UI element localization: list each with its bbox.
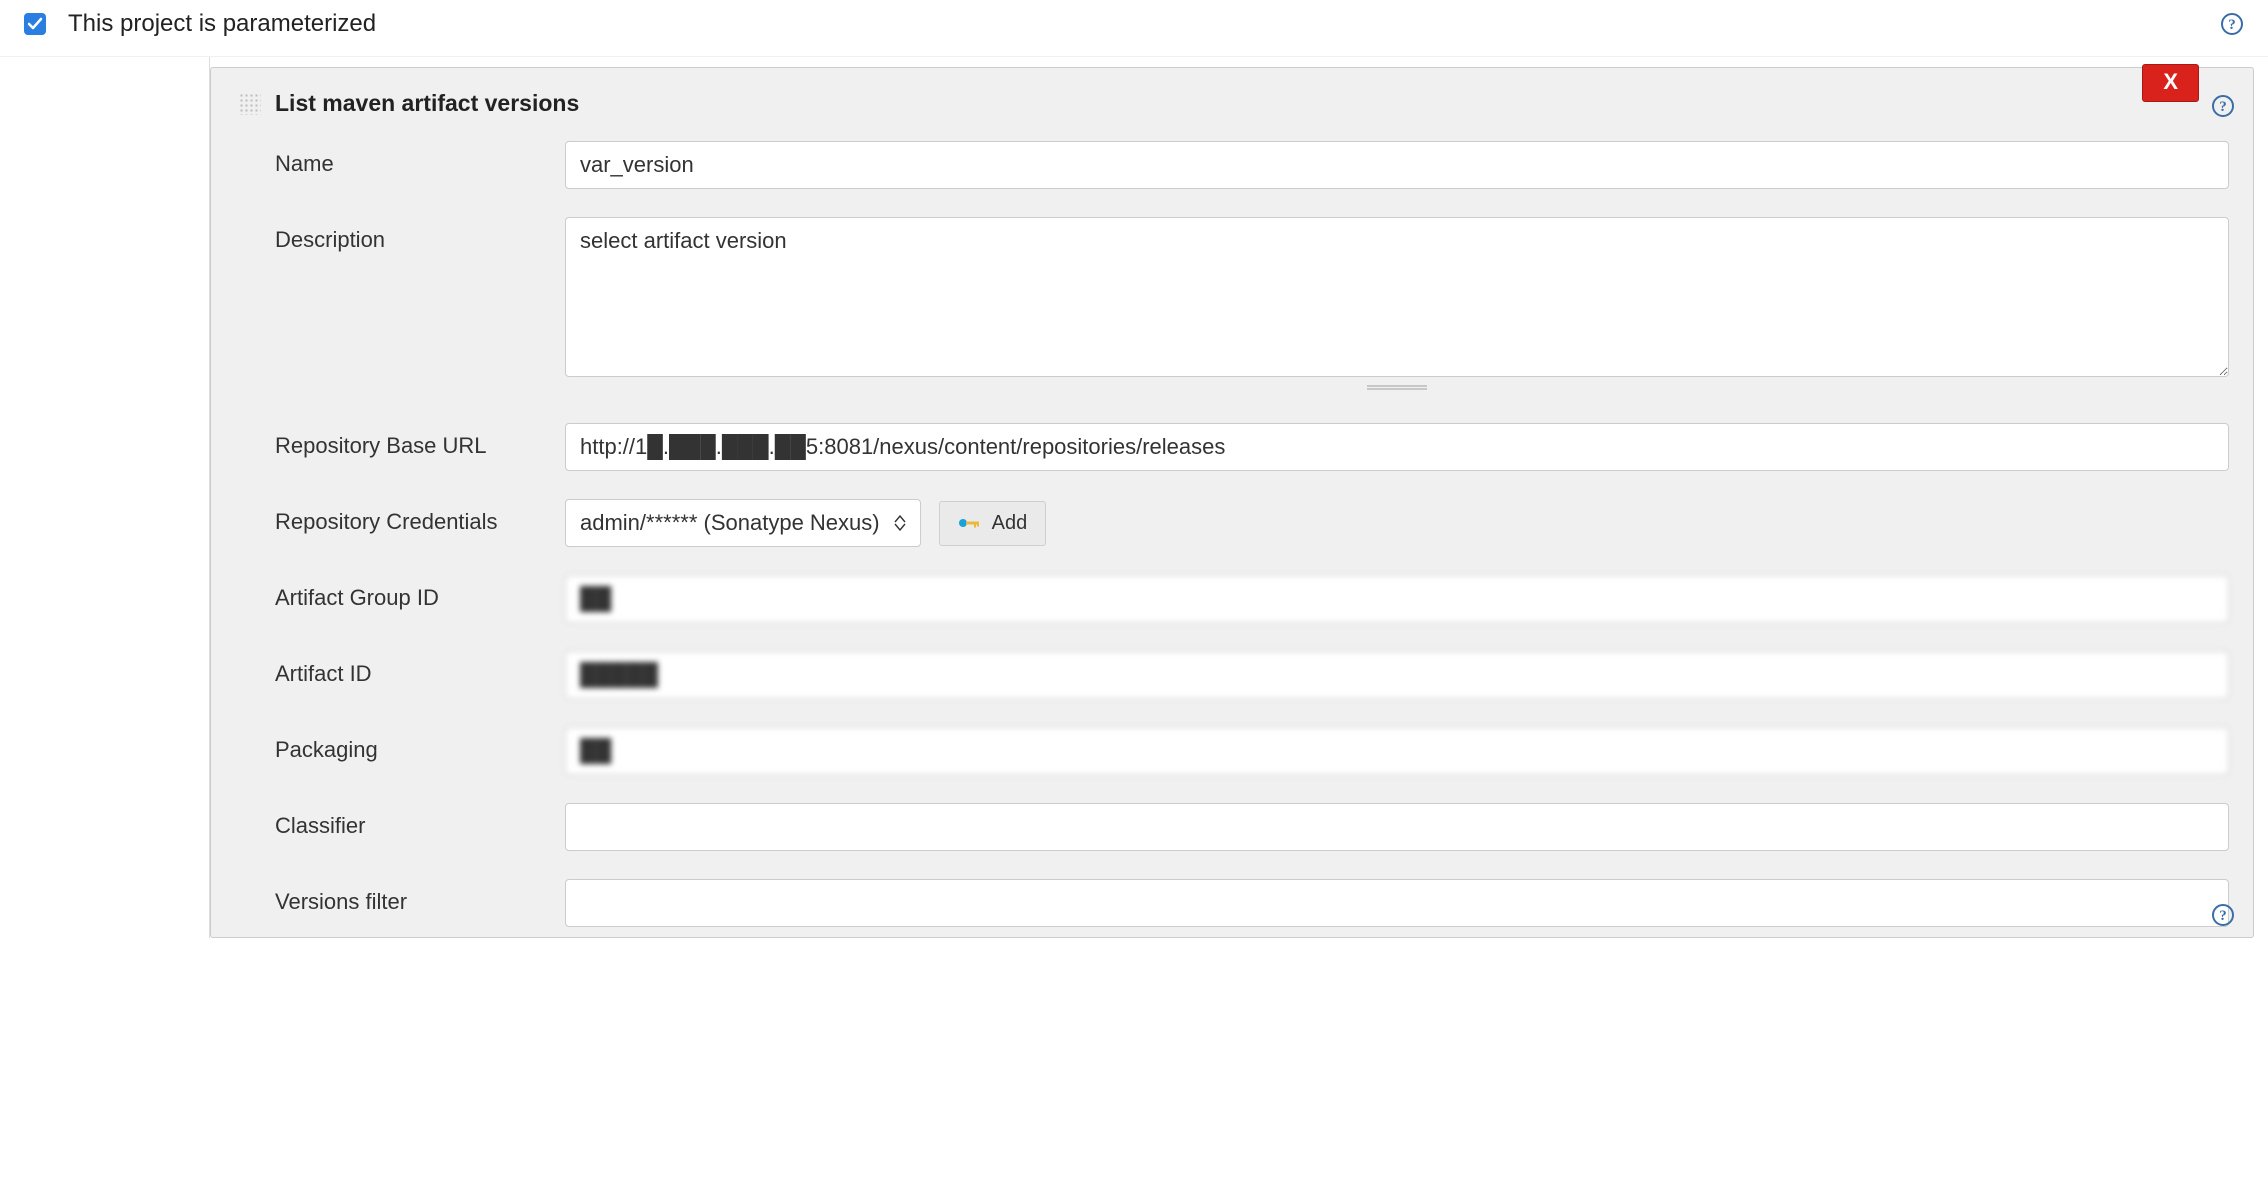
repo-base-url-input[interactable]	[565, 423, 2229, 471]
select-arrows-icon	[894, 515, 906, 531]
name-input[interactable]	[565, 141, 2229, 189]
artifact-group-id-input[interactable]	[565, 575, 2229, 623]
repo-credentials-label: Repository Credentials	[275, 499, 565, 535]
versions-filter-label: Versions filter	[275, 879, 565, 915]
repo-credentials-selected: admin/****** (Sonatype Nexus)	[580, 510, 880, 536]
add-credentials-button[interactable]: Add	[939, 501, 1047, 546]
svg-text:?: ?	[2219, 99, 2227, 115]
key-icon	[958, 515, 980, 531]
help-icon[interactable]: ?	[2220, 12, 2244, 36]
packaging-input[interactable]	[565, 727, 2229, 775]
classifier-label: Classifier	[275, 803, 565, 839]
description-textarea[interactable]	[565, 217, 2229, 377]
name-label: Name	[275, 141, 565, 177]
parameterized-row: This project is parameterized ?	[0, 0, 2268, 57]
artifact-id-label: Artifact ID	[275, 651, 565, 687]
drag-handle-icon[interactable]	[239, 93, 261, 115]
delete-button-label: X	[2163, 69, 2178, 94]
parameterized-checkbox[interactable]	[24, 13, 46, 35]
delete-button[interactable]: X	[2142, 64, 2199, 102]
help-icon[interactable]: ?	[2211, 903, 2235, 927]
repo-base-url-label: Repository Base URL	[275, 423, 565, 459]
classifier-input[interactable]	[565, 803, 2229, 851]
svg-text:?: ?	[2228, 17, 2236, 33]
versions-filter-input[interactable]	[565, 879, 2229, 927]
panel-title: List maven artifact versions	[275, 90, 579, 117]
artifact-id-input[interactable]	[565, 651, 2229, 699]
repo-credentials-select[interactable]: admin/****** (Sonatype Nexus)	[565, 499, 921, 547]
description-label: Description	[275, 217, 565, 253]
left-gutter	[0, 57, 210, 938]
help-icon[interactable]: ?	[2211, 94, 2235, 118]
artifact-group-id-label: Artifact Group ID	[275, 575, 565, 611]
packaging-label: Packaging	[275, 727, 565, 763]
parameterized-label: This project is parameterized	[68, 10, 2220, 38]
textarea-resize-handle[interactable]	[565, 385, 2229, 395]
parameter-panel: X ? List maven artifact versions Name De…	[210, 67, 2254, 938]
svg-text:?: ?	[2219, 908, 2227, 924]
add-button-label: Add	[992, 512, 1028, 535]
check-icon	[27, 16, 43, 32]
